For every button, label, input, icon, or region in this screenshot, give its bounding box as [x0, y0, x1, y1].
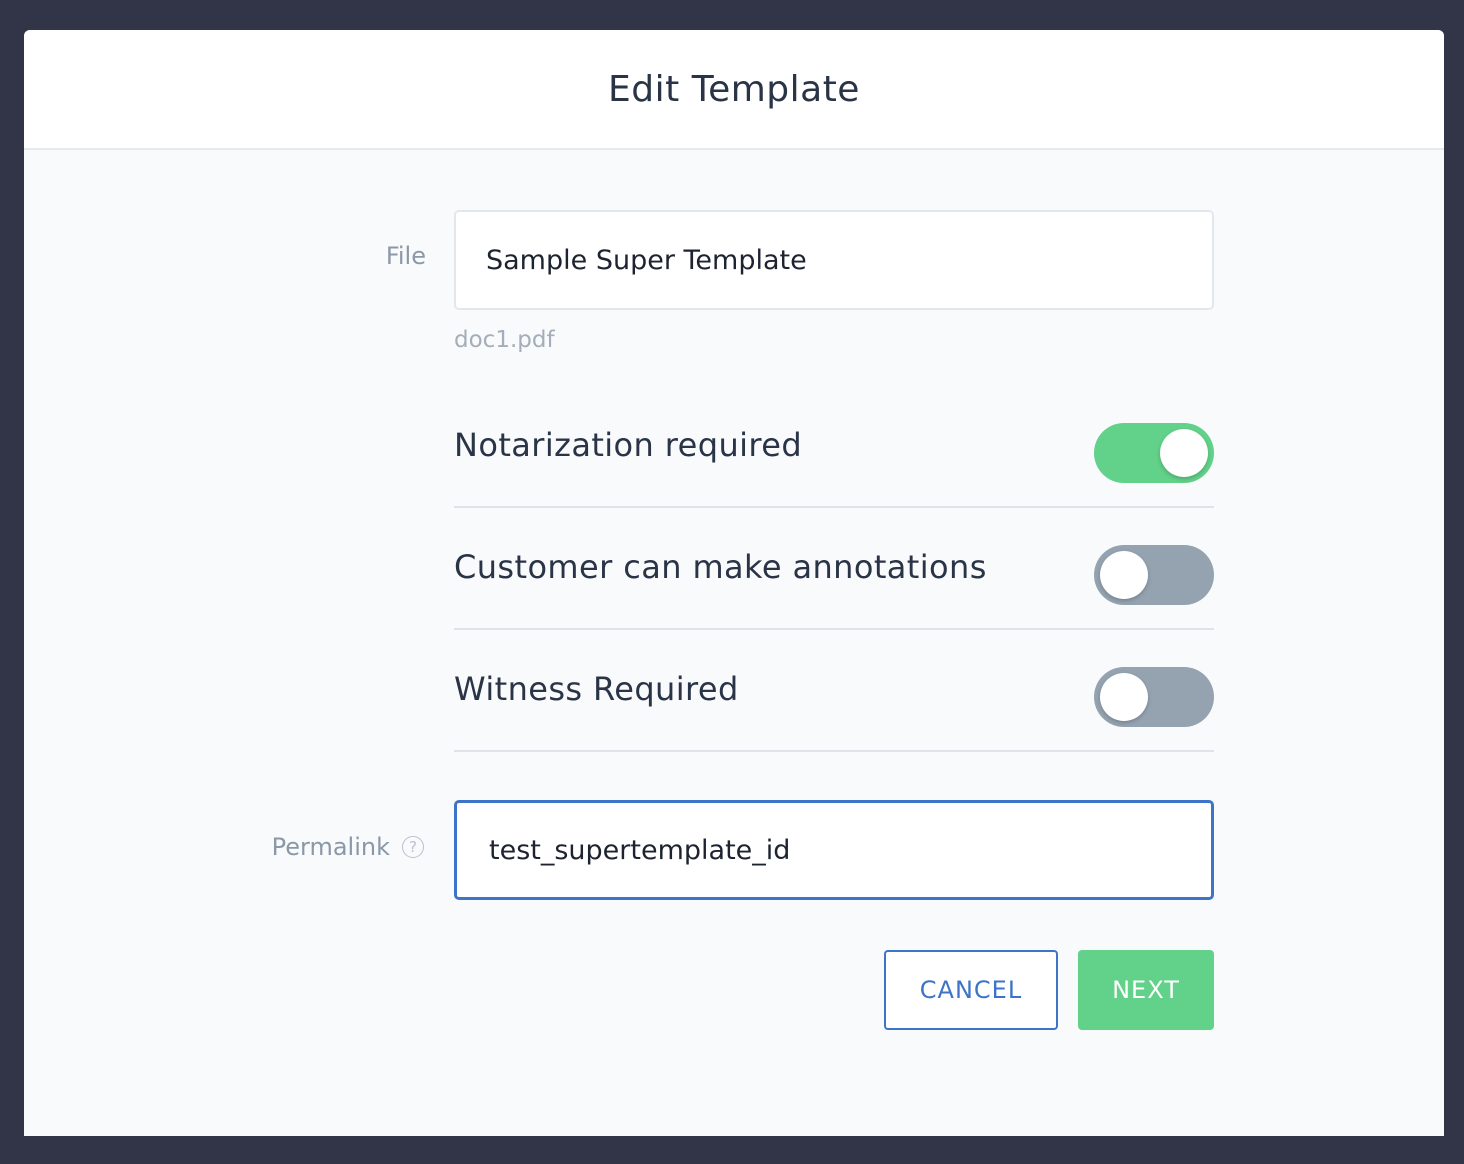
file-name-input[interactable] — [454, 210, 1214, 310]
permalink-label: Permalink — [271, 833, 390, 861]
toggle-row-witness: Witness Required — [454, 630, 1214, 752]
permalink-input[interactable] — [454, 800, 1214, 900]
file-label: File — [385, 242, 426, 270]
annotations-toggle[interactable] — [1094, 545, 1214, 605]
toggle-label-witness: Witness Required — [454, 670, 739, 708]
edit-template-modal: Edit Template File doc1.pdf Notarization… — [24, 30, 1444, 1136]
notarization-toggle[interactable] — [1094, 423, 1214, 483]
modal-title: Edit Template — [608, 68, 860, 110]
permalink-label-group: Permalink ? — [272, 833, 424, 861]
toggle-label-annotations: Customer can make annotations — [454, 548, 987, 586]
toggle-knob — [1100, 673, 1148, 721]
witness-toggle[interactable] — [1094, 667, 1214, 727]
toggle-knob — [1100, 551, 1148, 599]
next-button[interactable]: NEXT — [1078, 950, 1214, 1030]
modal-header: Edit Template — [24, 30, 1444, 150]
toggle-knob — [1160, 429, 1208, 477]
file-filename: doc1.pdf — [454, 327, 555, 353]
help-icon[interactable]: ? — [402, 836, 424, 858]
toggle-row-annotations: Customer can make annotations — [454, 508, 1214, 630]
toggle-label-notarization: Notarization required — [454, 426, 803, 464]
cancel-button[interactable]: CANCEL — [884, 950, 1058, 1030]
toggle-row-notarization: Notarization required — [454, 386, 1214, 508]
